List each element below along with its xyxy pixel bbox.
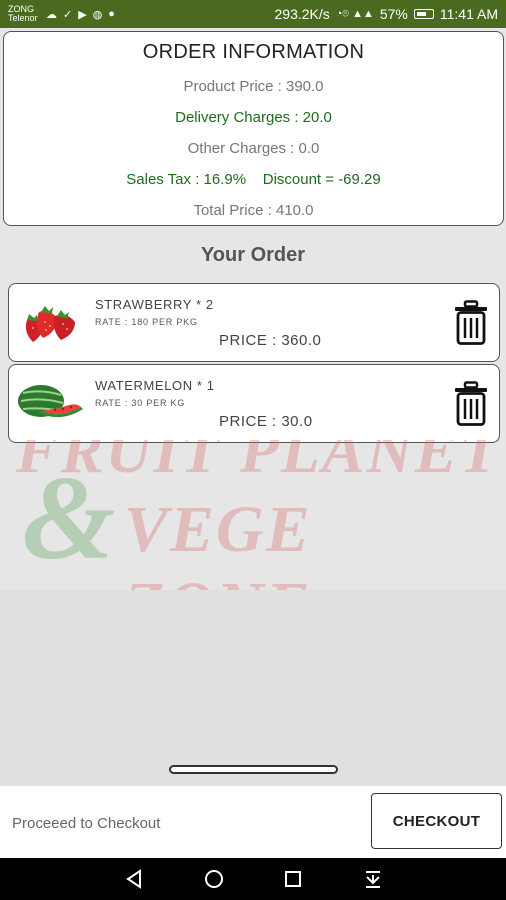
item-price: PRICE : 360.0 [219,332,322,349]
globe-icon: ◍ [92,8,103,21]
checkout-button[interactable]: CHECKOUT [371,793,502,849]
notification-icons: ☁ ✓ ▶ ◍ ● [46,8,115,21]
proceed-text: Proceeed to Checkout [12,815,161,832]
checkout-bar: Proceeed to Checkout CHECKOUT [0,786,506,858]
watermelon-image [18,385,83,418]
battery-percent: 57% [379,6,408,22]
status-bar: ZONG Telenor ☁ ✓ ▶ ◍ ● 293.2K/s ◔⌾ ▲▲ 57… [0,0,506,28]
order-information-title: ORDER INFORMATION [142,41,365,63]
status-right: 293.2K/s ◔⌾ ▲▲ 57% 11:41 AM [275,6,499,22]
recents-icon[interactable] [281,867,305,891]
sales-tax: Sales Tax : 16.9% [126,171,247,188]
trash-icon[interactable] [453,381,489,427]
item-price: PRICE : 30.0 [219,413,313,430]
battery-icon [413,9,434,19]
notification-pull-icon[interactable] [361,867,385,891]
watermark-line-2: VEGE ZONE [124,493,312,590]
order-information-card: ORDER INFORMATION Product Price : 390.0 … [3,31,504,226]
your-order-heading: Your Order [200,244,306,266]
order-item[interactable]: STRAWBERRY * 2 RATE : 180 PER PKG PRICE … [8,283,500,362]
brand-watermark: FRUIT PLANET & VEGE ZONE [0,440,506,590]
item-rate: RATE : 30 PER KG [95,398,186,408]
total-price: Total Price : 410.0 [193,202,314,219]
other-charges: Other Charges : 0.0 [187,140,320,157]
check-icon: ✓ [63,8,73,21]
strawberry-image [25,306,75,342]
item-name: STRAWBERRY * 2 [95,297,214,312]
empty-area [0,590,506,786]
play-icon: ▶ [78,8,87,21]
home-icon[interactable] [202,867,226,891]
drag-handle[interactable] [169,765,338,774]
delivery-charges: Delivery Charges : 20.0 [175,109,332,126]
carrier-names: ZONG Telenor [8,5,42,23]
tax-discount-row: Sales Tax : 16.9% Discount = -69.29 [4,171,503,188]
item-name: WATERMELON * 1 [95,378,215,393]
cloud-icon: ☁ [46,8,57,21]
product-price: Product Price : 390.0 [183,78,324,95]
signal-icon: ◔⌾ ▲▲ [335,7,374,20]
item-rate: RATE : 180 PER PKG [95,317,198,327]
watermark-ampersand: & [22,451,116,584]
order-item[interactable]: WATERMELON * 1 RATE : 30 PER KG PRICE : … [8,364,500,443]
back-icon[interactable] [122,867,146,891]
chat-icon: ● [108,8,115,20]
trash-icon[interactable] [453,300,489,346]
discount: Discount = -69.29 [262,171,381,188]
navigation-bar [0,858,506,900]
clock: 11:41 AM [439,6,498,22]
network-speed: 293.2K/s [274,6,330,22]
carrier-2: Telenor [8,13,38,23]
